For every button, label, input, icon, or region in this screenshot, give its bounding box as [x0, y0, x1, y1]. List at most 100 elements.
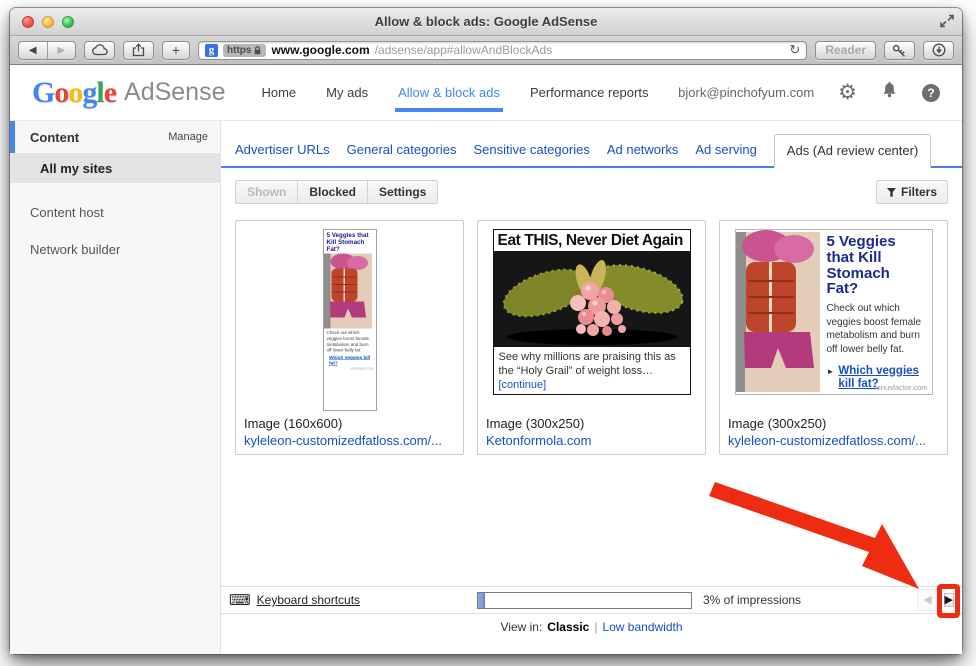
- adsense-header: Google AdSense Home My ads Allow & block…: [10, 65, 962, 121]
- tab-sensitive-categories[interactable]: Sensitive categories: [473, 142, 589, 166]
- ad-card-2[interactable]: Eat THIS, Never Diet Again: [477, 220, 706, 455]
- funnel-icon: [887, 188, 896, 197]
- filters-label: Filters: [901, 185, 937, 199]
- previous-page-button[interactable]: ◀: [917, 589, 939, 611]
- ad1-format: Image (160x600): [244, 416, 455, 431]
- google-favicon: g: [205, 44, 218, 57]
- zoom-window-button[interactable]: [62, 16, 74, 28]
- cta-bullet-icon: ►: [827, 367, 835, 376]
- ad-cards: 5 Veggies that Kill Stomach Fat?: [221, 212, 962, 455]
- nav-my-ads[interactable]: My ads: [326, 65, 368, 120]
- ad-creative-2: Eat THIS, Never Diet Again: [486, 229, 697, 411]
- reader-button[interactable]: Reader: [815, 41, 876, 60]
- main-row: Content Manage All my sites Content host…: [10, 121, 962, 654]
- ad1-body: Check out which veggies boost female met…: [324, 329, 376, 354]
- forward-icon[interactable]: ▶: [48, 42, 76, 59]
- ad2-body: See why millions are praising this as th…: [494, 347, 690, 396]
- ad2-title: Eat THIS, Never Diet Again: [494, 230, 690, 251]
- sidebar-item-all-my-sites[interactable]: All my sites: [10, 153, 220, 183]
- keyboard-icon: ⌨: [229, 593, 251, 608]
- shown-button[interactable]: Shown: [235, 180, 298, 204]
- view-in-label: View in:: [500, 620, 542, 634]
- ad2-url-link[interactable]: Ketonformola.com: [486, 433, 697, 448]
- settings-gear-icon[interactable]: ⚙: [838, 82, 857, 103]
- tab-ad-serving[interactable]: Ad serving: [695, 142, 756, 166]
- tab-ads-ad-review-center[interactable]: Ads (Ad review center): [774, 134, 932, 168]
- header-right: bjork@pinchofyum.com ⚙ ?: [678, 81, 940, 104]
- google-logo: Google: [32, 76, 116, 110]
- ad-card-1[interactable]: 5 Veggies that Kill Stomach Fat?: [235, 220, 464, 455]
- ad3-attribution: venusfactor.com: [873, 383, 928, 392]
- tab-row: Advertiser URLs General categories Sensi…: [221, 121, 962, 168]
- nav-home[interactable]: Home: [261, 65, 296, 120]
- finger-lime-ad-image: [494, 251, 690, 347]
- share-button[interactable]: [123, 41, 154, 60]
- address-bar[interactable]: g https www.google.com /adsense/app#allo…: [198, 41, 807, 60]
- next-page-button[interactable]: ▶: [944, 593, 954, 607]
- nav-allow-block-ads[interactable]: Allow & block ads: [398, 65, 500, 120]
- sidebar-item-network-builder[interactable]: Network builder: [10, 231, 220, 268]
- footer-divider: |: [594, 620, 597, 634]
- tab-general-categories[interactable]: General categories: [347, 142, 457, 166]
- tab-advertiser-urls[interactable]: Advertiser URLs: [235, 142, 330, 166]
- icloud-tabs-button[interactable]: [84, 41, 115, 60]
- filter-button-row: Shown Blocked Settings Filters: [221, 168, 962, 212]
- ad1-url-link[interactable]: kyleleon-customizedfatloss.com/...: [244, 433, 455, 448]
- browser-toolbar: ◀ ▶ + g https www.google.com /adsense/ap…: [10, 36, 962, 65]
- sidebar-item-content-host[interactable]: Content host: [10, 194, 220, 231]
- ad-card-3[interactable]: 5 Veggies that Kill Stomach Fat? Check o…: [719, 220, 948, 455]
- fullscreen-icon[interactable]: [940, 14, 954, 33]
- keyboard-shortcuts-link[interactable]: Keyboard shortcuts: [257, 593, 360, 607]
- ad3-body: Check out which veggies boost female met…: [827, 302, 926, 356]
- help-icon[interactable]: ?: [922, 84, 940, 102]
- ad-creative-3: 5 Veggies that Kill Stomach Fat? Check o…: [728, 229, 939, 411]
- content-area: Advertiser URLs General categories Sensi…: [221, 121, 962, 654]
- ad3-title: 5 Veggies that Kill Stomach Fat?: [827, 234, 926, 297]
- share-icon: [132, 43, 145, 57]
- ad3-url-link[interactable]: kyleleon-customizedfatloss.com/...: [728, 433, 939, 448]
- close-window-button[interactable]: [22, 16, 34, 28]
- add-icon: +: [172, 42, 180, 58]
- main-nav: Home My ads Allow & block ads Performanc…: [261, 65, 648, 120]
- ad1-cta: Which veggies kill fat?: [324, 354, 376, 367]
- ad2-continue-link: [continue]: [499, 379, 547, 391]
- product-name: AdSense: [124, 78, 225, 107]
- url-host: www.google.com: [271, 43, 369, 57]
- view-classic: Classic: [547, 620, 589, 634]
- progress-fill: [478, 593, 485, 608]
- minimize-window-button[interactable]: [42, 16, 54, 28]
- notifications-bell-icon[interactable]: [881, 81, 898, 104]
- cloud-icon: [92, 44, 108, 56]
- torso-ad-image: [736, 230, 820, 394]
- new-tab-button[interactable]: +: [162, 41, 190, 60]
- download-icon: [932, 43, 946, 57]
- pagination: ◀ ▶: [917, 589, 954, 611]
- sidebar-section-title: Content: [30, 130, 79, 145]
- lock-icon: [253, 45, 262, 56]
- key-icon: [892, 44, 907, 57]
- blocked-button[interactable]: Blocked: [297, 180, 368, 204]
- url-path: /adsense/app#allowAndBlockAds: [375, 43, 785, 57]
- https-badge: https: [223, 44, 266, 57]
- settings-button[interactable]: Settings: [367, 180, 438, 204]
- filters-button[interactable]: Filters: [876, 180, 948, 204]
- impressions-progress-bar: [477, 592, 692, 609]
- window-titlebar: Allow & block ads: Google AdSense: [10, 8, 962, 36]
- downloads-button[interactable]: [923, 41, 954, 60]
- reload-icon[interactable]: ↻: [789, 42, 800, 58]
- impressions-label: 3% of impressions: [703, 593, 801, 607]
- tab-ad-networks[interactable]: Ad networks: [607, 142, 679, 166]
- https-label: https: [227, 45, 251, 56]
- history-nav-group: ◀ ▶: [18, 41, 76, 60]
- password-extension-button[interactable]: [884, 41, 915, 60]
- status-bar: ⌨ Keyboard shortcuts 3% of impressions ◀…: [221, 586, 962, 614]
- nav-performance-reports[interactable]: Performance reports: [530, 65, 649, 120]
- back-icon[interactable]: ◀: [19, 42, 48, 59]
- manage-link[interactable]: Manage: [168, 131, 208, 143]
- account-email: bjork@pinchofyum.com: [678, 85, 814, 100]
- window-title: Allow & block ads: Google AdSense: [10, 14, 962, 29]
- low-bandwidth-link[interactable]: Low bandwidth: [602, 620, 682, 634]
- browser-window: Allow & block ads: Google AdSense ◀ ▶ + …: [10, 8, 962, 654]
- sidebar-section-content: Content Manage: [10, 121, 220, 153]
- torso-ad-image: [324, 254, 372, 329]
